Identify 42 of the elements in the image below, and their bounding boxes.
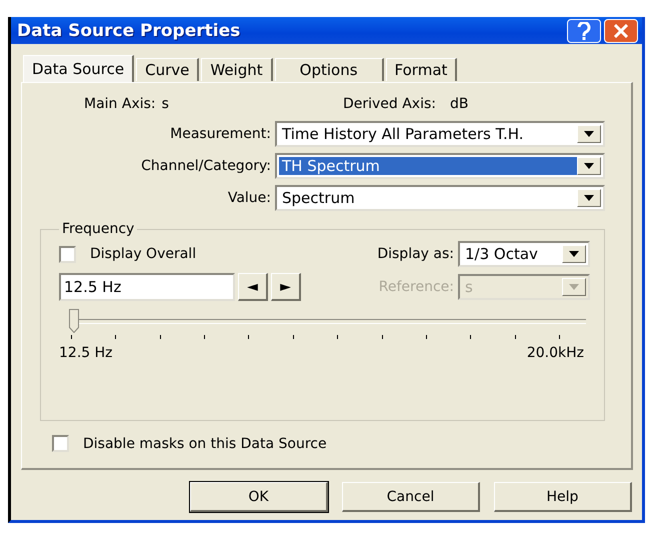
close-button[interactable] [604,18,638,42]
dropdown-arrow-icon [569,284,579,290]
derived-axis-label: Derived Axis: [342,96,436,112]
checkbox[interactable] [59,246,76,262]
close-icon [614,24,628,38]
derived-axis-value: dB [450,96,468,112]
checkbox-label: Disable masks on this Data Source [83,436,327,452]
dropdown-arrow-icon [584,195,594,201]
dropdown[interactable]: Spectrum [275,185,605,211]
field-label: Display as: [377,246,454,262]
main-axis-label: Main Axis: [84,96,156,112]
slider-min-label: 12.5 Hz [59,345,112,361]
field-label: Value: [228,190,271,206]
tab[interactable]: Data Source [23,55,134,82]
slider-max-label: 20.0kHz [526,345,584,361]
dropdown-arrow-icon [584,131,594,137]
window-title: Data Source Properties [17,20,242,40]
tab[interactable]: Curve [136,58,200,81]
tab[interactable]: Weight [201,58,273,81]
dialog-button[interactable]: Cancel [342,482,480,512]
field-label: Measurement: [170,126,271,142]
frequency-input[interactable]: 12.5 Hz [59,273,235,301]
checkbox-label: Display Overall [90,246,196,262]
main-axis-value: s [162,96,169,112]
checkbox[interactable] [52,435,69,452]
group-title: Frequency [61,221,136,237]
dialog-button[interactable]: Help [494,482,632,512]
tab[interactable]: Format [386,58,458,81]
dropdown[interactable]: 1/3 Octav [458,241,590,267]
slider-thumb[interactable] [69,309,79,333]
dialog-button[interactable]: OK [190,482,328,512]
next-button[interactable]: ► [271,273,301,301]
dropdown[interactable]: Time History All Parameters T.H. [275,121,605,147]
dropdown-arrow-icon [584,163,594,169]
help-button[interactable] [567,18,601,42]
field-label: Channel/Category: [141,158,271,174]
question-mark-icon [577,22,591,40]
dropdown[interactable]: TH Spectrum [275,153,605,179]
dropdown-arrow-icon [569,251,579,257]
previous-button[interactable]: ◄ [238,273,268,301]
field-label: Reference: [378,279,454,295]
tab[interactable]: Options [274,58,384,81]
